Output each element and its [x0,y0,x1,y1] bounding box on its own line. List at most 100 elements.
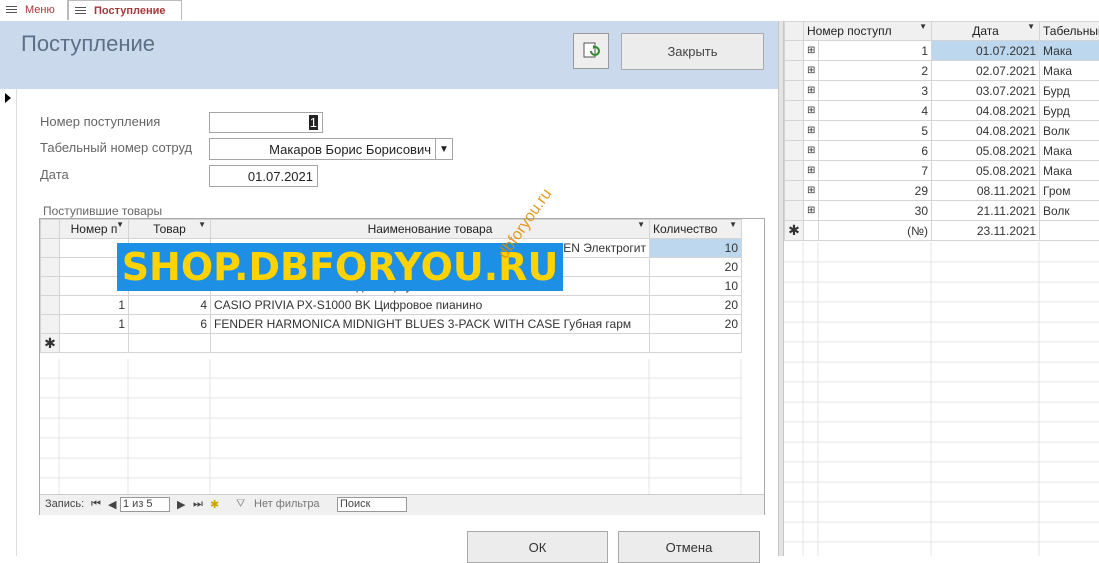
column-header-quantity[interactable]: Количество▼ [650,220,742,239]
row-selector[interactable] [785,141,804,161]
filter-status[interactable]: Нет фильтра [254,498,320,510]
sort-arrow-icon[interactable]: ▼ [1027,22,1035,31]
table-row[interactable]: 1 6 FENDER HARMONICA MIDNIGHT BLUES 3-PA… [41,315,742,334]
cell-employee[interactable]: Бурд [1040,81,1099,101]
cell-empty[interactable] [1040,221,1099,241]
cell-empty[interactable] [60,334,129,353]
refresh-button[interactable] [573,33,609,69]
cell-date[interactable]: 23.11.2021 [932,221,1040,241]
column-header-receipt-no[interactable]: Номер п▼ [60,220,129,239]
sort-arrow-icon[interactable]: ▼ [116,220,124,229]
cell-receipt-no[interactable]: 6 [819,141,932,161]
row-selector[interactable] [785,201,804,221]
cell-receipt-no[interactable]: 1 [60,296,129,315]
row-selector[interactable] [785,81,804,101]
row-selector[interactable] [785,181,804,201]
cell-receipt-no[interactable]: 29 [819,181,932,201]
expand-icon[interactable]: ⊞ [804,61,819,81]
cell-date[interactable]: 05.08.2021 [932,161,1040,181]
table-row[interactable]: ⊞202.07.2021Мака [785,61,1099,81]
expand-icon[interactable]: ⊞ [804,161,819,181]
cell-product[interactable]: 6 [129,315,211,334]
cell-date[interactable]: 05.08.2021 [932,141,1040,161]
select-all-corner[interactable] [41,220,60,239]
cell-employee[interactable]: Мака [1040,161,1099,181]
table-row[interactable]: ⊞101.07.2021Мака [785,41,1099,61]
cell-date[interactable]: 04.08.2021 [932,121,1040,141]
cell-date[interactable]: 01.07.2021 [932,41,1040,61]
row-selector[interactable] [785,161,804,181]
row-selector[interactable] [785,101,804,121]
column-header-employee[interactable]: Табельный [1040,22,1099,41]
sort-arrow-icon[interactable]: ▼ [919,22,927,31]
expand-icon[interactable]: ⊞ [804,41,819,61]
table-row[interactable]: 1 4 CASIO PRIVIA PX-S1000 BK Цифровое пи… [41,296,742,315]
cell-quantity[interactable]: 20 [650,315,742,334]
row-selector[interactable] [785,41,804,61]
cell-receipt-no[interactable]: 1 [60,315,129,334]
close-button[interactable]: Закрыть [621,33,764,70]
previous-record-icon[interactable]: ◀ [108,498,116,511]
cell-empty[interactable] [650,334,742,353]
cell-date[interactable]: 08.11.2021 [932,181,1040,201]
cell-employee[interactable]: Гром [1040,181,1099,201]
table-row[interactable]: ⊞303.07.2021Бурд [785,81,1099,101]
select-all-corner[interactable] [785,22,804,41]
expand-icon[interactable]: ⊞ [804,101,819,121]
table-row[interactable]: ⊞705.08.2021Мака [785,161,1099,181]
cell-quantity[interactable]: 20 [650,296,742,315]
row-selector[interactable] [41,239,60,258]
row-selector[interactable] [41,296,60,315]
chevron-down-icon[interactable]: ▼ [435,139,452,159]
table-row[interactable]: ⊞605.08.2021Мака [785,141,1099,161]
cell-product[interactable]: 4 [129,296,211,315]
first-record-icon[interactable]: ⏮ [91,498,101,511]
cell-quantity[interactable]: 10 [650,239,742,258]
row-selector[interactable] [41,315,60,334]
cell-product-name[interactable]: FENDER HARMONICA MIDNIGHT BLUES 3-PACK W… [211,315,650,334]
column-header-product-name[interactable]: Наименование товара▼ [211,220,650,239]
row-selector[interactable] [785,121,804,141]
employee-combobox[interactable]: Макаров Борис Борисович ▼ [209,138,453,160]
cell-receipt-no[interactable]: 1 [819,41,932,61]
row-selector[interactable] [41,258,60,277]
cell-quantity[interactable]: 20 [650,258,742,277]
next-record-icon[interactable]: ▶ [177,498,185,511]
expand-icon[interactable]: ⊞ [804,181,819,201]
cell-date[interactable]: 03.07.2021 [932,81,1040,101]
ok-button[interactable]: ОК [467,531,608,563]
new-record-row[interactable]: ✱ [41,334,742,353]
cancel-button[interactable]: Отмена [618,531,760,563]
row-selector[interactable] [41,277,60,296]
cell-employee[interactable]: Бурд [1040,101,1099,121]
cell-receipt-no[interactable]: (№) [819,221,932,241]
expand-icon[interactable]: ⊞ [804,81,819,101]
expand-icon[interactable]: ⊞ [804,201,819,221]
cell-empty[interactable] [211,334,650,353]
new-record-icon[interactable]: ✱ [210,498,219,511]
cell-product-name[interactable]: CASIO PRIVIA PX-S1000 BK Цифровое пианин… [211,296,650,315]
record-selector[interactable] [0,89,17,556]
table-row[interactable]: ⊞504.08.2021Волк [785,121,1099,141]
tab-receipt[interactable]: Поступление [68,0,182,20]
cell-receipt-no[interactable]: 7 [819,161,932,181]
expand-icon[interactable]: ⊞ [804,121,819,141]
column-header-receipt-no[interactable]: Номер поступл▼ [804,22,932,41]
cell-date[interactable]: 02.07.2021 [932,61,1040,81]
cell-employee[interactable]: Мака [1040,61,1099,81]
cell-receipt-no[interactable]: 30 [819,201,932,221]
table-row[interactable]: ⊞404.08.2021Бурд [785,101,1099,121]
sort-arrow-icon[interactable]: ▼ [729,220,737,229]
column-header-date[interactable]: Дата▼ [932,22,1040,41]
table-row[interactable]: ⊞3021.11.2021Волк [785,201,1099,221]
row-selector[interactable] [785,61,804,81]
receipt-number-field[interactable]: 1 [209,112,323,133]
tab-menu[interactable]: Меню [0,0,68,20]
cell-receipt-no[interactable]: 5 [819,121,932,141]
cell-empty[interactable] [804,221,819,241]
cell-employee[interactable]: Мака [1040,141,1099,161]
cell-quantity[interactable]: 10 [650,277,742,296]
cell-employee[interactable]: Мака [1040,41,1099,61]
filter-icon[interactable]: ⛛ [236,498,245,511]
table-row[interactable]: ⊞2908.11.2021Гром [785,181,1099,201]
